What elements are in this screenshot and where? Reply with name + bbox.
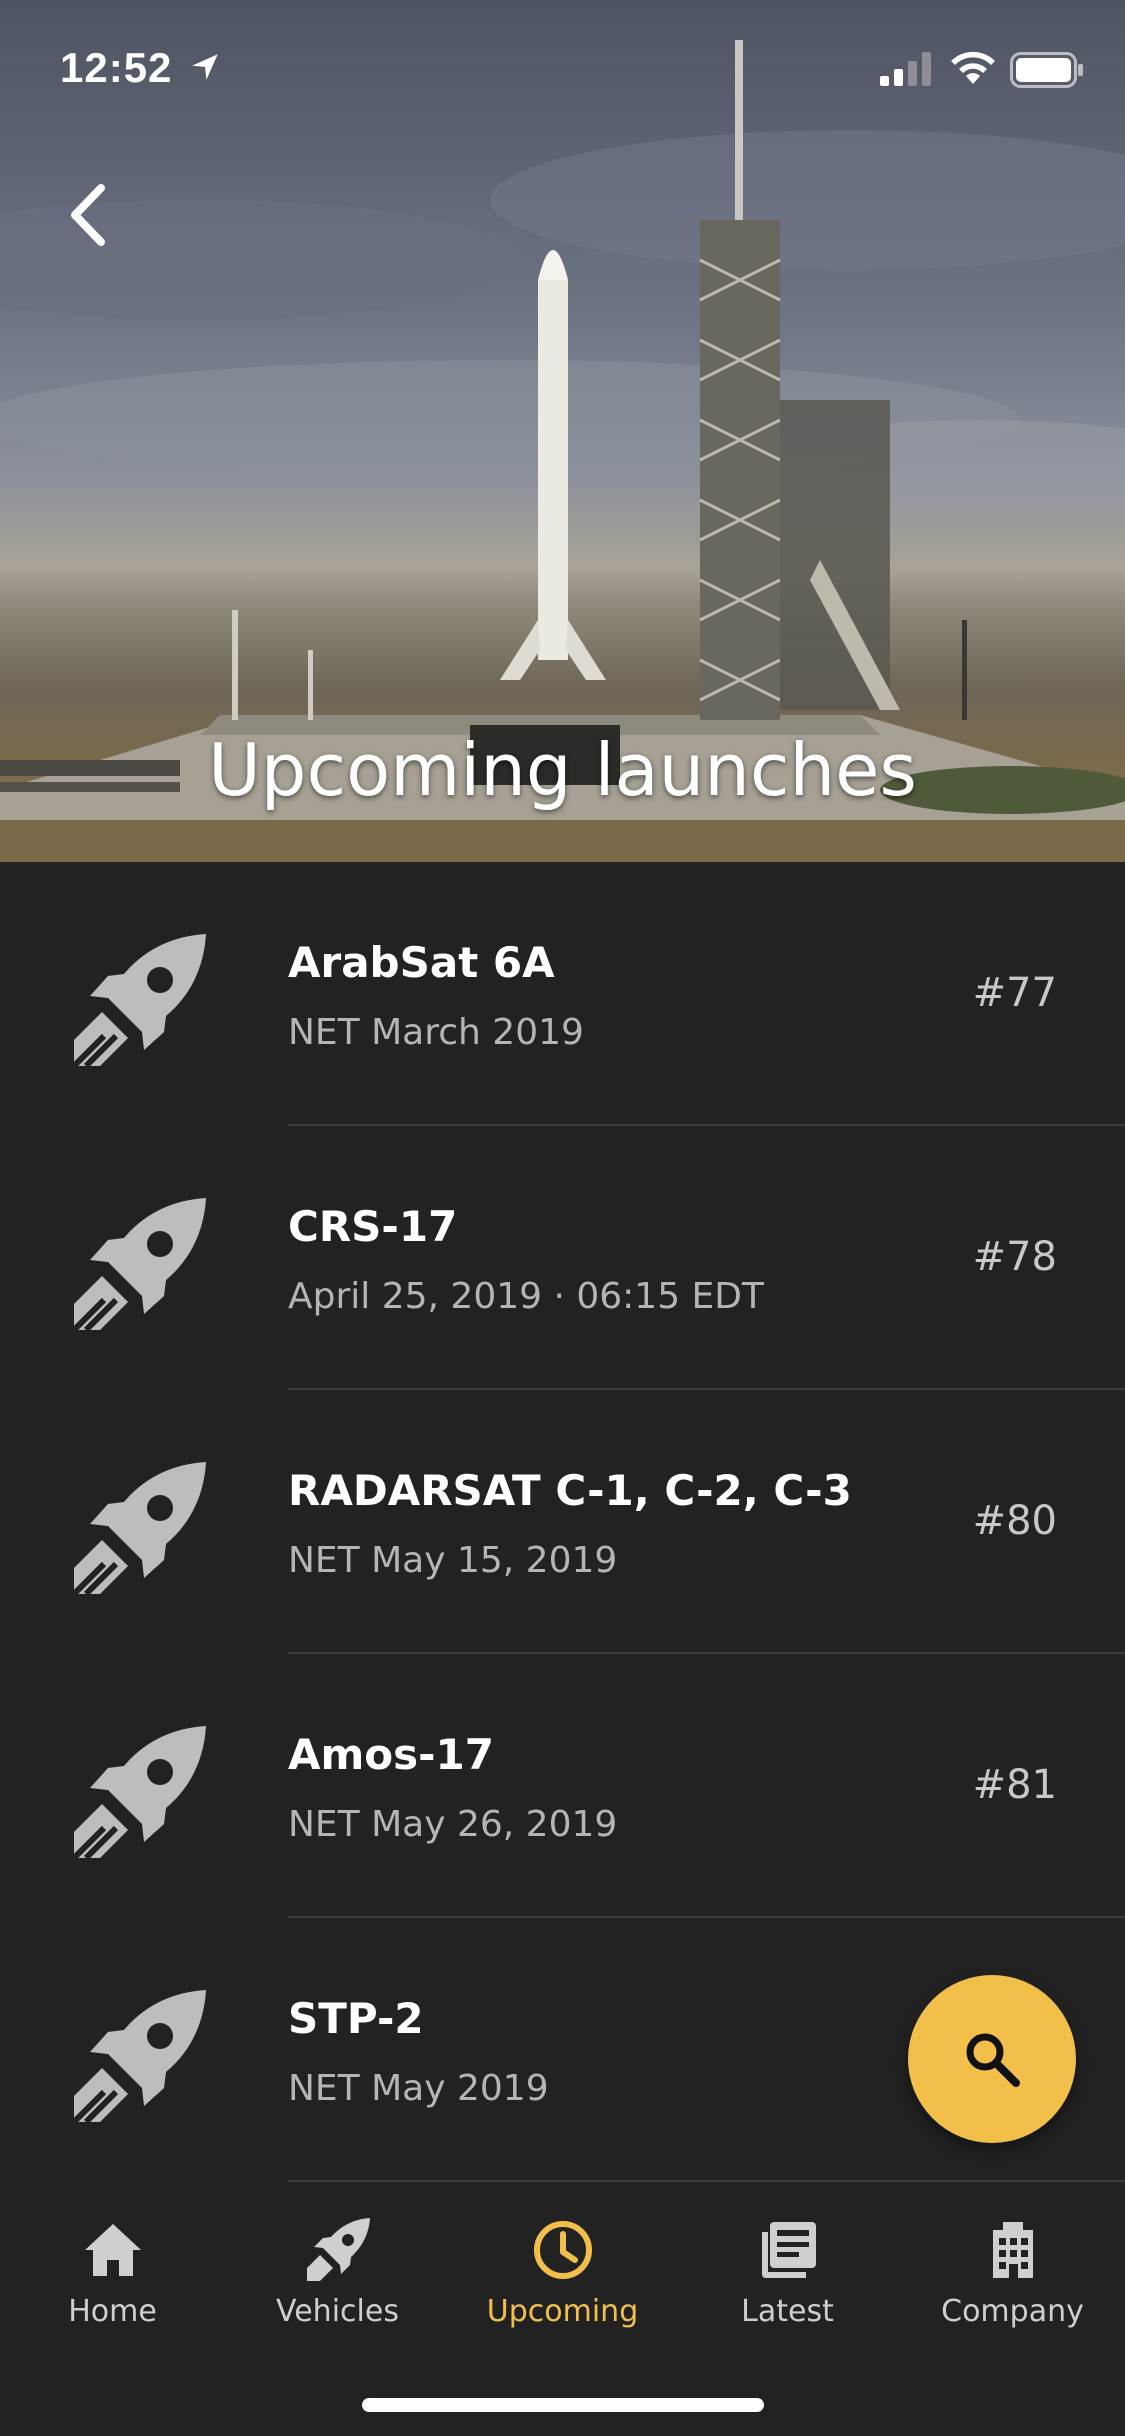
rocket-icon	[71, 1462, 206, 1597]
flight-number: #80	[972, 1498, 1057, 1544]
home-icon	[84, 2224, 141, 2276]
launch-row[interactable]: RADARSAT C-1, C-2, C-3 NET May 15, 2019 …	[0, 1390, 1125, 1654]
launch-row[interactable]: CRS-17 April 25, 2019 · 06:15 EDT #78	[0, 1126, 1125, 1390]
launch-date: NET May 2019	[288, 2068, 549, 2109]
rocket-icon	[71, 934, 206, 1069]
status-bar: 12:52	[0, 0, 1125, 140]
launch-name: ArabSat 6A	[288, 938, 555, 987]
page-title: Upcoming launches	[208, 728, 917, 812]
nav-label: Latest	[741, 2294, 834, 2329]
launch-date: NET May 26, 2019	[288, 1804, 618, 1845]
back-button[interactable]	[52, 175, 122, 255]
nav-label: Home	[68, 2294, 157, 2329]
launch-name: Amos-17	[288, 1730, 495, 1779]
nav-item-home[interactable]: Home	[0, 2216, 225, 2346]
home-indicator	[362, 2398, 764, 2412]
nav-label: Company	[941, 2294, 1084, 2329]
rocket-icon	[71, 1726, 206, 1861]
rocket-icon	[71, 1990, 206, 2125]
chevron-left-icon	[71, 184, 105, 246]
launch-row[interactable]: ArabSat 6A NET March 2019 #77	[0, 862, 1125, 1126]
search-button[interactable]	[908, 1975, 1076, 2143]
launch-name: STP-2	[288, 1994, 424, 2043]
nav-item-vehicles[interactable]: Vehicles	[225, 2216, 450, 2346]
flight-number: #78	[972, 1234, 1057, 1280]
news-icon	[761, 2222, 816, 2278]
cellular-signal-icon	[880, 52, 931, 86]
header-hero-image: 12:52 Upcoming launches	[0, 0, 1125, 862]
nav-item-company[interactable]: Company	[900, 2216, 1125, 2346]
flight-number: #81	[972, 1762, 1057, 1808]
launch-date: NET March 2019	[288, 1012, 584, 1053]
launch-date: NET May 15, 2019	[288, 1540, 618, 1581]
rocket-icon	[71, 1198, 206, 1333]
nav-item-latest[interactable]: Latest	[675, 2216, 900, 2346]
wifi-icon	[951, 51, 995, 84]
nav-label: Upcoming	[486, 2294, 639, 2329]
launch-date: April 25, 2019 · 06:15 EDT	[288, 1276, 765, 1317]
launch-name: RADARSAT C-1, C-2, C-3	[288, 1466, 852, 1515]
nav-item-upcoming[interactable]: Upcoming	[450, 2216, 675, 2346]
clock-icon	[533, 2221, 592, 2279]
launch-name: CRS-17	[288, 1202, 458, 1251]
search-icon	[966, 2033, 1020, 2087]
status-time: 12:52	[60, 44, 173, 91]
flight-number: #77	[972, 970, 1057, 1016]
nav-label: Vehicles	[276, 2294, 399, 2329]
rocket-icon	[306, 2218, 370, 2281]
launch-row[interactable]: Amos-17 NET May 26, 2019 #81	[0, 1654, 1125, 1918]
building-icon	[992, 2222, 1033, 2278]
location-arrow-icon	[192, 54, 218, 80]
divider	[288, 2180, 1125, 2182]
battery-icon	[1010, 52, 1083, 88]
